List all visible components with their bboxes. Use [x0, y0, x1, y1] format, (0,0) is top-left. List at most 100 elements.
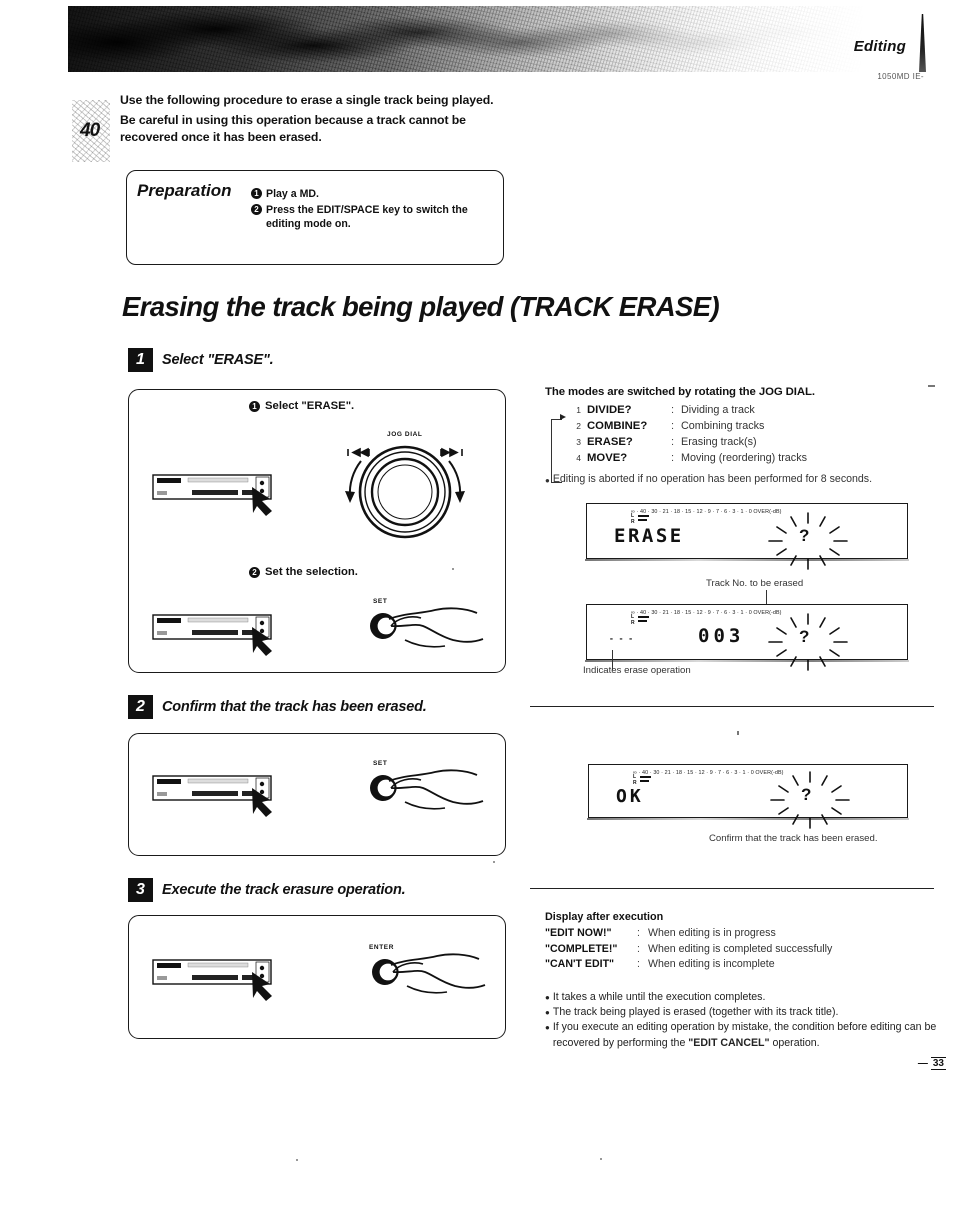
modes-note-text: Editing is aborted if no operation has b…	[552, 473, 873, 485]
enter-button-hand-illustration: ENTER	[363, 942, 493, 1006]
page-reference-arrow: —	[917, 1058, 928, 1069]
dae-row: "CAN'T EDIT" : When editing is incomplet…	[545, 957, 945, 973]
step2-illustration-box: SET	[128, 733, 506, 856]
display-track-number: 003	[698, 625, 745, 647]
blinking-question-mark: ?	[799, 627, 810, 646]
step-number-badge: 1	[128, 348, 153, 372]
md-deck-illustration-4	[152, 954, 282, 1004]
mode-name: DIVIDE?	[587, 404, 632, 416]
mode-description: Erasing track(s)	[681, 436, 757, 448]
caption-track-no: Track No. to be erased	[706, 578, 804, 589]
bullet-dot-icon: ●	[545, 476, 550, 485]
modes-loop-bracket	[551, 419, 562, 483]
display-text-value: OK	[616, 786, 644, 807]
step-label: Select "ERASE".	[162, 352, 274, 368]
step3-illustration-box: ENTER	[128, 915, 506, 1039]
blinking-question-mark: ?	[801, 785, 812, 804]
dae-title: Display after execution	[545, 911, 664, 923]
scan-speck	[928, 385, 935, 387]
mode-colon: :	[671, 420, 675, 432]
level-meter-bars	[638, 616, 649, 623]
mode-row: 1 DIVIDE? : Dividing a track	[573, 402, 945, 418]
dae-row: "EDIT NOW!" : When editing is in progres…	[545, 926, 945, 942]
display-text-value: 003	[698, 625, 745, 647]
md-display-ok: ∞ · 40 · 30 · 21 · 18 · 15 · 12 · 9 · 7 …	[587, 764, 909, 829]
level-meter-scale: ∞ · 40 · 30 · 21 · 18 · 15 · 12 · 9 · 7 …	[633, 770, 784, 776]
level-meter-channels: L R	[633, 774, 637, 786]
level-meter-channels: L R	[631, 513, 635, 525]
preparation-item-text: Play a MD.	[266, 188, 319, 200]
mode-name: MOVE?	[587, 452, 628, 464]
dae-separator: :	[637, 958, 640, 970]
note-text-post: operation.	[769, 1036, 820, 1049]
modes-note: ● Editing is aborted if no operation has…	[545, 473, 945, 488]
step-label: Execute the track erasure operation.	[162, 882, 406, 898]
note-text: It takes a while until the execution com…	[552, 991, 766, 1003]
preparation-item: 2 Press the EDIT/SPACE key to switch the…	[251, 203, 495, 232]
erase-operation-indicator: - - -	[609, 634, 634, 643]
mode-name: ERASE?	[587, 436, 633, 448]
page-marker-number: 40	[80, 120, 100, 141]
set-button-hand-illustration: SET	[361, 596, 491, 660]
caption-erase-operation: Indicates erase operation	[583, 665, 691, 676]
md-display-track-number: ∞ · 40 · 30 · 21 · 18 · 15 · 12 · 9 · 7 …	[585, 604, 909, 671]
dae-value: When editing is incomplete	[648, 958, 775, 970]
substep-1: 1 Select "ERASE".	[249, 400, 354, 412]
mode-colon: :	[671, 452, 675, 464]
intro-paragraph: Use the following procedure to erase a s…	[120, 92, 520, 147]
dae-value: When editing is in progress	[648, 927, 776, 939]
display-after-execution-section: Display after execution "EDIT NOW!" : Wh…	[545, 911, 945, 973]
note-text: The track being played is erased (togeth…	[552, 1006, 839, 1019]
step-number-badge: 2	[128, 695, 153, 719]
modes-title: The modes are switched by rotating the J…	[545, 386, 815, 398]
step-number-badge: 3	[128, 878, 153, 902]
dae-key: "COMPLETE!"	[545, 942, 618, 955]
document-code: 1050MD IE-	[877, 72, 924, 81]
dae-rows: "EDIT NOW!" : When editing is in progres…	[545, 926, 945, 973]
md-deck-illustration-3	[152, 770, 282, 820]
substep-1-text: Select "ERASE".	[265, 400, 355, 412]
dae-row: "COMPLETE!" : When editing is completed …	[545, 942, 945, 958]
scan-speck	[737, 731, 739, 735]
mode-index: 2	[576, 421, 581, 431]
circled-number-icon: 1	[249, 401, 260, 412]
level-meter-channels: L R	[631, 614, 635, 626]
jog-dial-label: JOG DIAL	[387, 431, 423, 438]
set-button-label: SET	[373, 598, 388, 605]
step1-illustration-box: 1 Select "ERASE". JOG DIAL 2 Set the sel…	[128, 389, 506, 673]
step-label: Confirm that the track has been erased.	[162, 699, 427, 715]
page-title: Erasing the track being played (TRACK ER…	[122, 291, 720, 322]
bullet-dot-icon: ●	[545, 1008, 550, 1018]
note-text-composite: If you execute an editing operation by m…	[553, 1020, 945, 1050]
mode-colon: :	[671, 404, 675, 416]
step-header-3: 3 Execute the track erasure operation.	[128, 878, 406, 902]
mode-index: 3	[576, 437, 581, 447]
modes-section: The modes are switched by rotating the J…	[545, 386, 945, 488]
note-bullet: ● If you execute an editing operation by…	[545, 1020, 945, 1050]
bullet-dot-icon: ●	[545, 993, 550, 1002]
set-button-label-2: SET	[373, 760, 388, 767]
dae-value: When editing is completed successfully	[648, 942, 833, 955]
jog-dial-illustration: JOG DIAL	[325, 431, 485, 545]
level-meter-scale: ∞ · 40 · 30 · 21 · 18 · 15 · 12 · 9 · 7 …	[631, 610, 782, 616]
step-header-2: 2 Confirm that the track has been erased…	[128, 695, 427, 719]
scan-speck	[600, 1158, 602, 1160]
page-reference-number: 33	[930, 1057, 946, 1070]
mode-index: 4	[576, 453, 581, 463]
preparation-item-text: Press the EDIT/SPACE key to switch the e…	[266, 203, 468, 231]
scan-speck	[296, 1159, 298, 1161]
circled-number-icon: 2	[249, 567, 260, 578]
meter-right-label: R	[631, 619, 635, 626]
md-display-erase: ∞ · 40 · 30 · 21 · 18 · 15 · 12 · 9 · 7 …	[585, 503, 909, 570]
bullet-dot-icon: ●	[545, 1023, 550, 1033]
scan-speck	[452, 568, 454, 570]
section-divider-2	[530, 888, 934, 890]
display-text-erase: ERASE	[614, 525, 684, 547]
preparation-box: Preparation 1 Play a MD. 2 Press the EDI…	[126, 170, 504, 265]
mode-row: 4 MOVE? : Moving (reordering) tracks	[573, 450, 945, 466]
header-rule-mark	[919, 14, 926, 72]
dae-key: "CAN'T EDIT"	[545, 958, 615, 970]
mode-description: Dividing a track	[681, 404, 755, 416]
mode-row: 3 ERASE? : Erasing track(s)	[573, 434, 945, 450]
section-divider-1	[530, 706, 934, 708]
